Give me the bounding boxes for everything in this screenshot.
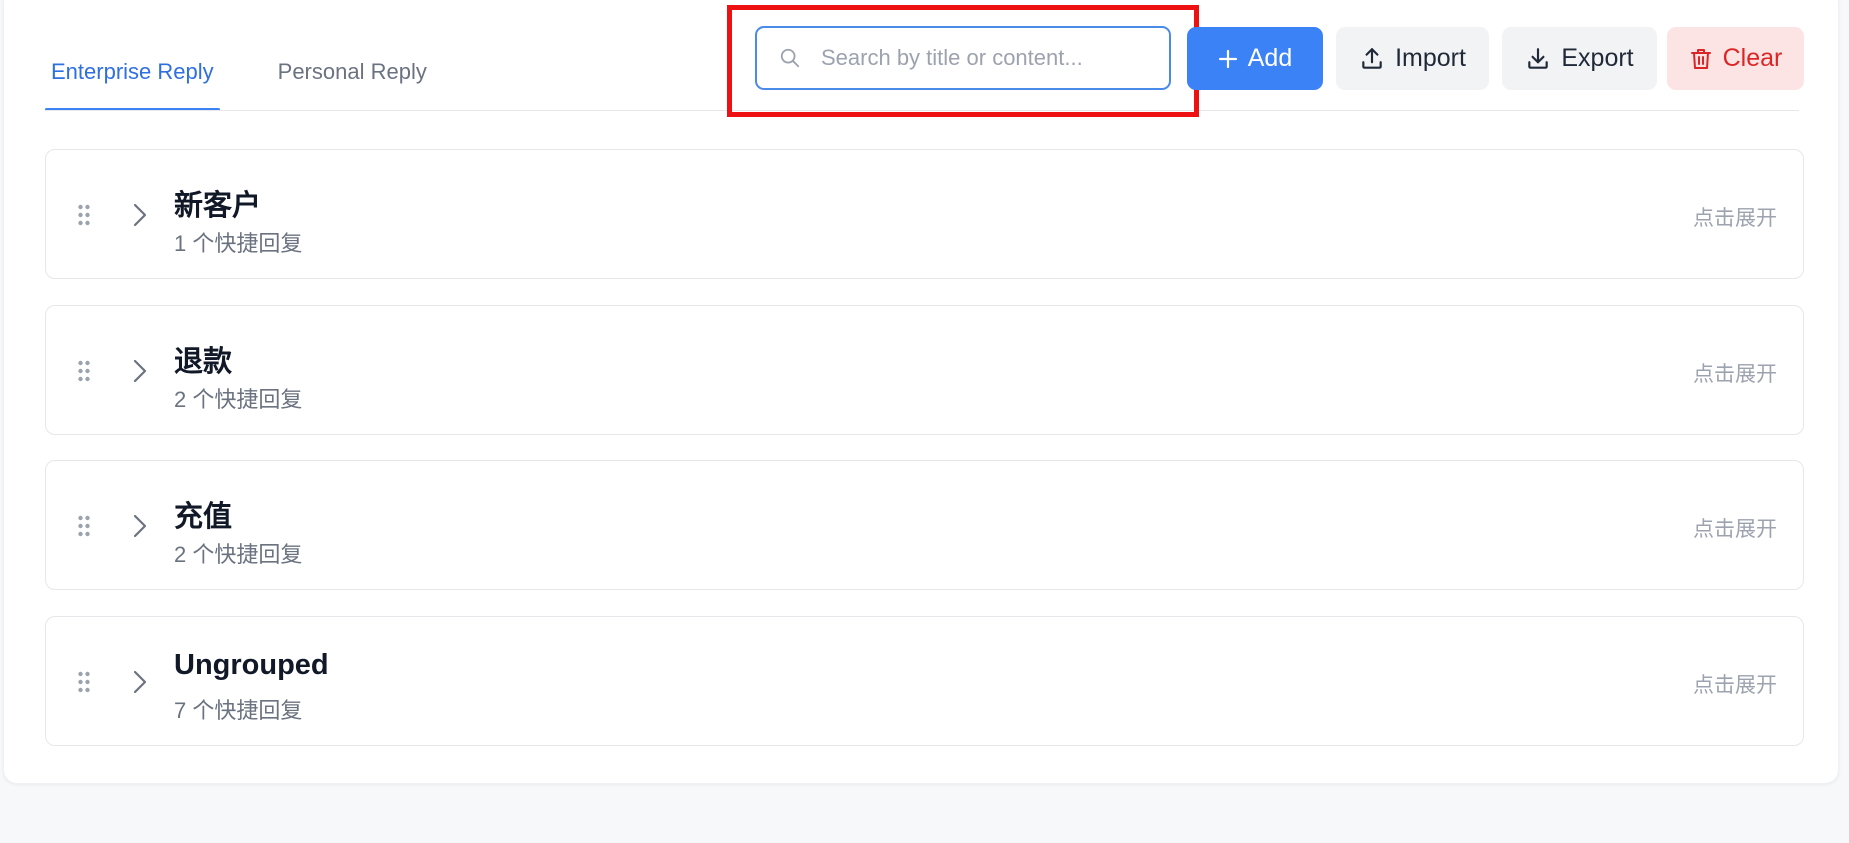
group-title: 新客户 <box>174 190 262 222</box>
clear-button[interactable]: Clear <box>1667 27 1804 90</box>
download-icon <box>1528 47 1549 69</box>
export-button-label: Export <box>1561 44 1634 72</box>
search-field[interactable] <box>755 26 1171 90</box>
reply-group-row[interactable]: 新客户 1 个快捷回复 点击展开 <box>45 149 1804 279</box>
reply-group-row[interactable]: 充值 2 个快捷回复 点击展开 <box>45 460 1804 590</box>
import-button-label: Import <box>1395 44 1466 72</box>
chevron-right-icon[interactable] <box>132 358 148 384</box>
reply-group-row[interactable]: Ungrouped 7 个快捷回复 点击展开 <box>45 616 1804 746</box>
tab-personal-reply[interactable]: Personal Reply <box>272 59 433 111</box>
group-title: 充值 <box>174 501 233 533</box>
group-reply-count: 7 个快捷回复 <box>174 698 303 723</box>
chevron-right-icon[interactable] <box>132 202 148 228</box>
drag-handle-icon[interactable] <box>77 360 91 382</box>
plus-icon <box>1218 49 1237 68</box>
group-reply-count: 2 个快捷回复 <box>174 387 303 412</box>
chevron-right-icon[interactable] <box>132 669 148 695</box>
group-reply-count: 1 个快捷回复 <box>174 231 303 256</box>
group-reply-count: 2 个快捷回复 <box>174 542 303 567</box>
quick-reply-panel: Enterprise Reply Personal Reply Add Impo… <box>3 0 1839 784</box>
search-icon <box>780 48 800 68</box>
chevron-right-icon[interactable] <box>132 513 148 539</box>
tab-enterprise-reply[interactable]: Enterprise Reply <box>45 59 220 111</box>
add-button[interactable]: Add <box>1187 27 1323 90</box>
group-expand-hint[interactable]: 点击展开 <box>1693 202 1777 232</box>
upload-icon <box>1362 47 1382 69</box>
drag-handle-icon[interactable] <box>77 671 91 693</box>
add-button-label: Add <box>1247 44 1293 72</box>
trash-icon <box>1690 48 1711 69</box>
export-button[interactable]: Export <box>1502 27 1657 90</box>
reply-tabs: Enterprise Reply Personal Reply <box>45 0 485 111</box>
drag-handle-icon[interactable] <box>77 204 91 226</box>
group-expand-hint[interactable]: 点击展开 <box>1693 669 1777 699</box>
group-title: Ungrouped <box>174 649 329 681</box>
clear-button-label: Clear <box>1722 44 1783 72</box>
group-title: 退款 <box>174 346 233 378</box>
reply-group-row[interactable]: 退款 2 个快捷回复 点击展开 <box>45 305 1804 435</box>
group-expand-hint[interactable]: 点击展开 <box>1693 358 1777 388</box>
drag-handle-icon[interactable] <box>77 515 91 537</box>
search-input[interactable] <box>819 44 1143 72</box>
import-button[interactable]: Import <box>1336 27 1489 90</box>
group-expand-hint[interactable]: 点击展开 <box>1693 513 1777 543</box>
